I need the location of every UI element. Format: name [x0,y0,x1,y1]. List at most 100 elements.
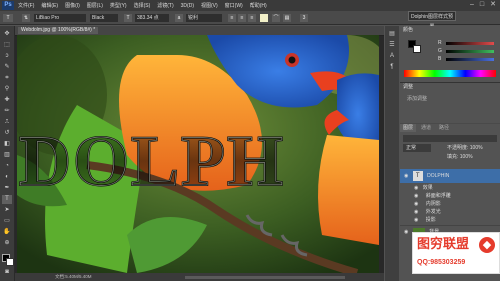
layer-row-selected[interactable]: ◉ T DOLPHIN [400,169,500,183]
menu-select[interactable]: 选择(S) [134,2,151,9]
effect-row[interactable]: ◉ 投影 [400,216,500,224]
text-color-swatch[interactable] [260,14,268,22]
orientation-toggle-icon[interactable]: ⇅ [22,14,30,22]
effect-row[interactable]: ◉ 内阴影 [400,200,500,208]
image-canvas[interactable]: DOLPH DOLPH [17,35,379,273]
menu-window[interactable]: 窗口(W) [225,2,243,9]
toolbox: ✥ ⬚ ↄ ✎ ⌗ ⚲ ✚ ✏ ⎍ ↺ ◧ ▥ ◔ ◐ ✒ T ➤ ▭ ✋ ⊕ … [0,26,15,281]
minimize-button[interactable]: – [468,1,476,9]
horizontal-scrollbar[interactable] [185,276,345,279]
paragraph-panel-icon[interactable]: ¶ [387,63,397,72]
layer-filter-bar[interactable] [403,135,497,142]
menu-image[interactable]: 图像(I) [65,2,80,9]
align-center-icon[interactable]: ≡ [238,14,246,22]
effect-eye-icon[interactable]: ◉ [414,201,418,207]
tab-paths[interactable]: 路径 [436,124,452,132]
shape-tool-icon[interactable]: ▭ [2,217,12,226]
lasso-tool-icon[interactable]: ↄ [2,52,12,61]
history-brush-tool-icon[interactable]: ↺ [2,129,12,138]
dodge-tool-icon[interactable]: ◐ [2,173,12,182]
blend-mode-select[interactable]: 正常 [403,144,431,152]
move-tool-icon[interactable]: ✥ [2,30,12,39]
type-tool-icon-toolbox[interactable]: T [2,195,12,204]
character-panel-icon[interactable]: ▤ [283,14,291,22]
watermark-qq: QQ:985303259 [417,259,466,266]
hand-tool-icon[interactable]: ✋ [2,228,12,237]
menu-3d[interactable]: 3D(D) [181,3,194,9]
menu-bar: Ps 文件(F) 编辑(E) 图像(I) 图层(L) 类型(Y) 选择(S) 滤… [0,0,500,11]
workspace-switcher[interactable]: Dolphin图层样式预置 [408,11,456,30]
tab-adjustments[interactable]: 调整 [400,83,416,91]
eraser-tool-icon[interactable]: ◧ [2,140,12,149]
effect-name: 内阴影 [425,201,441,207]
character-panel-icon-strip[interactable]: A [387,52,397,61]
effect-row[interactable]: ◉ 斜面和浮雕 [400,192,500,200]
maximize-button[interactable]: □ [478,1,486,9]
visibility-eye-icon[interactable]: ◉ [404,173,408,179]
menu-view[interactable]: 视图(V) [201,2,218,9]
parrot-right-body [318,135,379,245]
blur-tool-icon[interactable]: ◔ [2,162,12,171]
history-panel-icon[interactable]: ▤ [387,30,397,39]
menu-edit[interactable]: 编辑(E) [41,2,58,9]
status-doc-size: 文档:5.40M/5.40M [55,274,92,279]
font-size-field[interactable]: 383.34 点 [135,14,169,22]
effect-eye-icon[interactable]: ◉ [414,209,418,215]
effect-eye-icon[interactable]: ◉ [414,185,418,191]
slider-g-label: G [438,48,442,54]
pen-tool-icon[interactable]: ✒ [2,184,12,193]
3d-icon[interactable]: 3 [300,14,308,22]
effect-group-name: 效果 [422,185,433,191]
background-color-swatch[interactable] [6,258,14,266]
healing-brush-tool-icon[interactable]: ✚ [2,96,12,105]
gradient-tool-icon[interactable]: ▥ [2,151,12,160]
panel-icon-strip: ▤ ☰ A ¶ [385,26,399,281]
path-select-tool-icon[interactable]: ➤ [2,206,12,215]
slider-r-track[interactable] [446,42,494,45]
tab-color[interactable]: 颜色 [400,26,417,34]
watermark-badge: 图穷联盟 ◆ QQ:985303259 [412,232,500,274]
slider-b-track[interactable] [446,58,494,61]
effect-name: 投影 [425,217,436,223]
antialias-select[interactable]: 锐利 [186,14,222,22]
tab-layers[interactable]: 图层 [400,124,417,132]
align-left-icon[interactable]: ≡ [228,14,236,22]
warp-text-icon[interactable]: ⌒ [272,14,280,22]
clone-stamp-tool-icon[interactable]: ⎍ [2,118,12,127]
color-bg-swatch[interactable] [413,45,421,53]
menu-file[interactable]: 文件(F) [18,2,34,9]
effect-row[interactable]: ◉ 外发光 [400,208,500,216]
marquee-tool-icon[interactable]: ⬚ [2,41,12,50]
brush-tool-icon[interactable]: ✏ [2,107,12,116]
effect-eye-icon[interactable]: ◉ [414,193,418,199]
type-tool-icon[interactable]: T [3,14,13,22]
antialias-icon: a [175,14,183,22]
opacity-field[interactable]: 不透明度: 100% [444,144,486,152]
menu-type[interactable]: 类型(Y) [110,2,127,9]
color-spectrum-ramp[interactable] [404,70,496,77]
properties-panel-icon[interactable]: ☰ [387,41,397,50]
eyedropper-tool-icon[interactable]: ⚲ [2,85,12,94]
parrot-left-pupil [288,56,296,64]
slider-g-track[interactable] [446,50,494,53]
photoshop-logo: Ps [2,1,14,10]
menu-help[interactable]: 帮助(H) [250,2,267,9]
font-family-select[interactable]: LiBiao Pro [34,14,86,22]
align-right-icon[interactable]: ≡ [248,14,256,22]
watermark-title: 图穷联盟 [417,236,470,251]
font-style-select[interactable]: Black [90,14,118,22]
quick-mask-icon[interactable]: ◙ [2,268,12,277]
visibility-eye-icon[interactable]: ◉ [404,229,408,235]
zoom-tool-icon[interactable]: ⊕ [2,239,12,248]
effect-eye-icon[interactable]: ◉ [414,217,418,223]
fill-field[interactable]: 填充: 100% [444,153,476,161]
document-tab[interactable]: Webdolm.jpg @ 100%(RGB/8#) * [18,27,99,34]
menu-layer[interactable]: 图层(L) [87,2,103,9]
menu-filter[interactable]: 滤镜(T) [157,2,173,9]
text-layer-thumbnail-icon: T [412,171,423,181]
close-button[interactable]: ✕ [489,1,497,9]
tab-channels[interactable]: 通道 [418,124,434,132]
crop-tool-icon[interactable]: ⌗ [2,74,12,83]
quick-select-tool-icon[interactable]: ✎ [2,63,12,72]
effect-group-row[interactable]: ◉ 效果 [400,184,500,192]
